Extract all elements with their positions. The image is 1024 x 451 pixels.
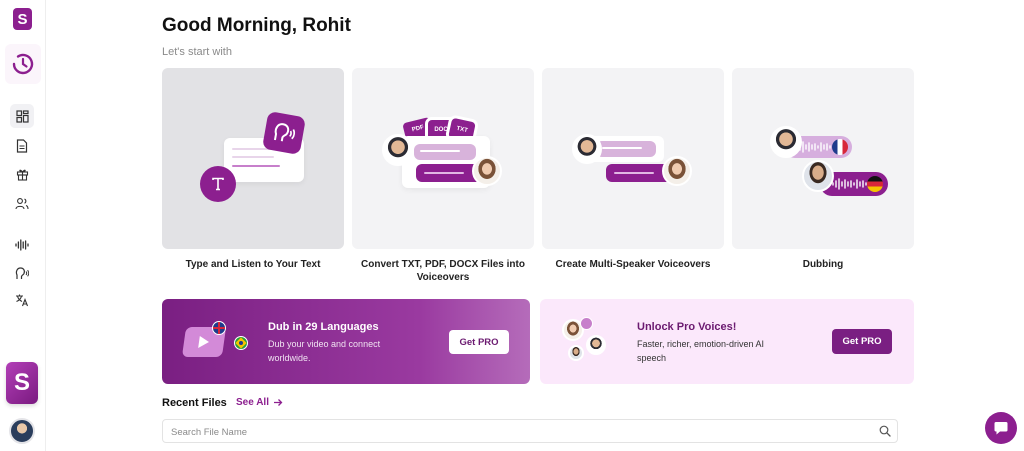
history-button[interactable]: [5, 44, 41, 84]
speaker-avatar: [568, 345, 584, 361]
waveform-icon: [15, 239, 29, 251]
promo-dub-languages: Dub in 29 Languages Dub your video and c…: [162, 299, 530, 384]
document-icon: [16, 139, 28, 153]
search-input[interactable]: [171, 424, 851, 440]
text-badge: [200, 166, 236, 202]
dashboard-icon: [15, 109, 29, 123]
page-subtitle: Let's start with: [162, 46, 232, 58]
recent-files-title: Recent Files: [162, 397, 227, 409]
speaker-avatar: [770, 126, 802, 158]
app-logo[interactable]: S: [13, 8, 32, 30]
card-convert-files[interactable]: PDF DOC TXT: [352, 68, 534, 249]
gift-icon: [16, 169, 28, 181]
mic-icon: [580, 317, 593, 330]
speaker-avatar: [382, 134, 414, 166]
sidebar: S S: [0, 0, 46, 451]
card-label: Type and Listen to Your Text: [185, 259, 321, 270]
promo-title: Dub in 29 Languages: [268, 321, 379, 333]
get-pro-button[interactable]: Get PRO: [832, 329, 892, 354]
avatar[interactable]: [9, 418, 35, 444]
waveform-icon: [796, 141, 831, 153]
card-multi-speaker[interactable]: [542, 68, 724, 249]
brazil-flag-icon: [234, 336, 248, 350]
promo-text: Faster, richer, emotion-driven AI speech: [637, 339, 765, 363]
get-pro-button[interactable]: Get PRO: [449, 330, 509, 354]
speaker-avatar: [586, 335, 606, 355]
sidebar-item-translate[interactable]: [11, 289, 33, 311]
users-icon: [15, 197, 29, 209]
text-icon: [212, 177, 224, 191]
chat-button[interactable]: [985, 412, 1017, 444]
voice-badge: [261, 110, 307, 156]
history-icon: [12, 53, 34, 75]
card-label: Convert TXT, PDF, DOCX Files into Voiceo…: [361, 259, 525, 283]
sidebar-item-documents[interactable]: [11, 135, 33, 157]
speaker-avatar: [802, 160, 834, 192]
chat-icon: [994, 422, 1008, 435]
page-title: Good Morning, Rohit: [162, 15, 351, 36]
germany-flag-icon: [867, 176, 883, 192]
card-label: Create Multi-Speaker Voiceovers: [555, 259, 711, 270]
logo-letter: S: [17, 10, 28, 28]
brand-letter: S: [13, 369, 30, 396]
promo-pro-voices: Unlock Pro Voices! Faster, richer, emoti…: [540, 299, 914, 384]
sidebar-item-voice-lab[interactable]: [11, 234, 33, 256]
arrow-right-icon: [273, 399, 283, 406]
uk-flag-icon: [212, 321, 226, 335]
sidebar-item-rewards[interactable]: [11, 163, 33, 185]
promo-text: Dub your video and connect worldwide.: [268, 339, 381, 363]
sidebar-item-voices[interactable]: [11, 262, 33, 284]
card-label: Dubbing: [802, 259, 844, 270]
promo-title: Unlock Pro Voices!: [637, 321, 737, 333]
speaker-avatar: [662, 156, 692, 186]
speaker-avatar: [472, 156, 502, 186]
card-dubbing[interactable]: [732, 68, 914, 249]
france-flag-icon: [832, 139, 848, 155]
speaker-avatar: [572, 134, 602, 164]
search-box: [162, 419, 898, 443]
sidebar-item-team[interactable]: [11, 192, 33, 214]
search-icon[interactable]: [879, 425, 891, 437]
card-type-and-listen[interactable]: [162, 68, 344, 249]
see-all-link[interactable]: See All: [236, 397, 283, 408]
translate-icon: [16, 294, 29, 307]
sidebar-item-dashboard[interactable]: [10, 104, 34, 128]
see-all-label: See All: [236, 397, 269, 408]
waveform-icon: [832, 178, 867, 190]
voice-icon: [15, 266, 29, 279]
brand-badge[interactable]: S: [6, 362, 38, 404]
voice-icon: [273, 123, 296, 142]
